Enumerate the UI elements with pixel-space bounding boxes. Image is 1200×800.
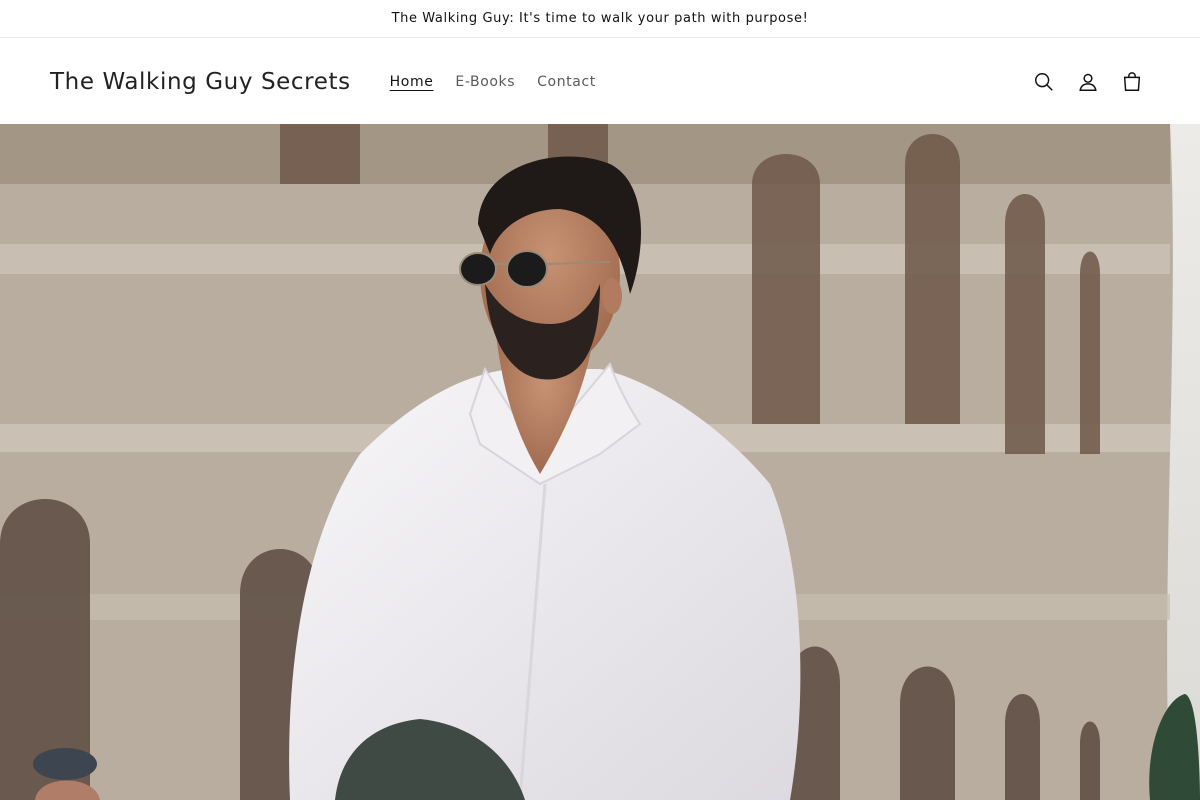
hero-image: [0, 124, 1200, 800]
nav-ebooks[interactable]: E-Books: [444, 66, 526, 98]
site-header: The Walking Guy Secrets Home E-Books Con…: [0, 39, 1200, 124]
header-icons: [1026, 60, 1150, 104]
main-nav: Home E-Books Contact: [379, 66, 607, 98]
account-button[interactable]: [1070, 60, 1106, 104]
cart-button[interactable]: [1114, 60, 1150, 104]
site-logo[interactable]: The Walking Guy Secrets: [50, 69, 351, 95]
announcement-bar: The Walking Guy: It's time to walk your …: [0, 0, 1200, 38]
search-button[interactable]: [1026, 60, 1062, 104]
nav-contact[interactable]: Contact: [526, 66, 607, 98]
hero-banner: [0, 124, 1200, 800]
account-icon: [1079, 73, 1097, 91]
search-icon: [1035, 72, 1053, 91]
cart-icon: [1123, 71, 1141, 91]
announcement-text: The Walking Guy: It's time to walk your …: [391, 11, 809, 26]
nav-home[interactable]: Home: [379, 66, 445, 98]
